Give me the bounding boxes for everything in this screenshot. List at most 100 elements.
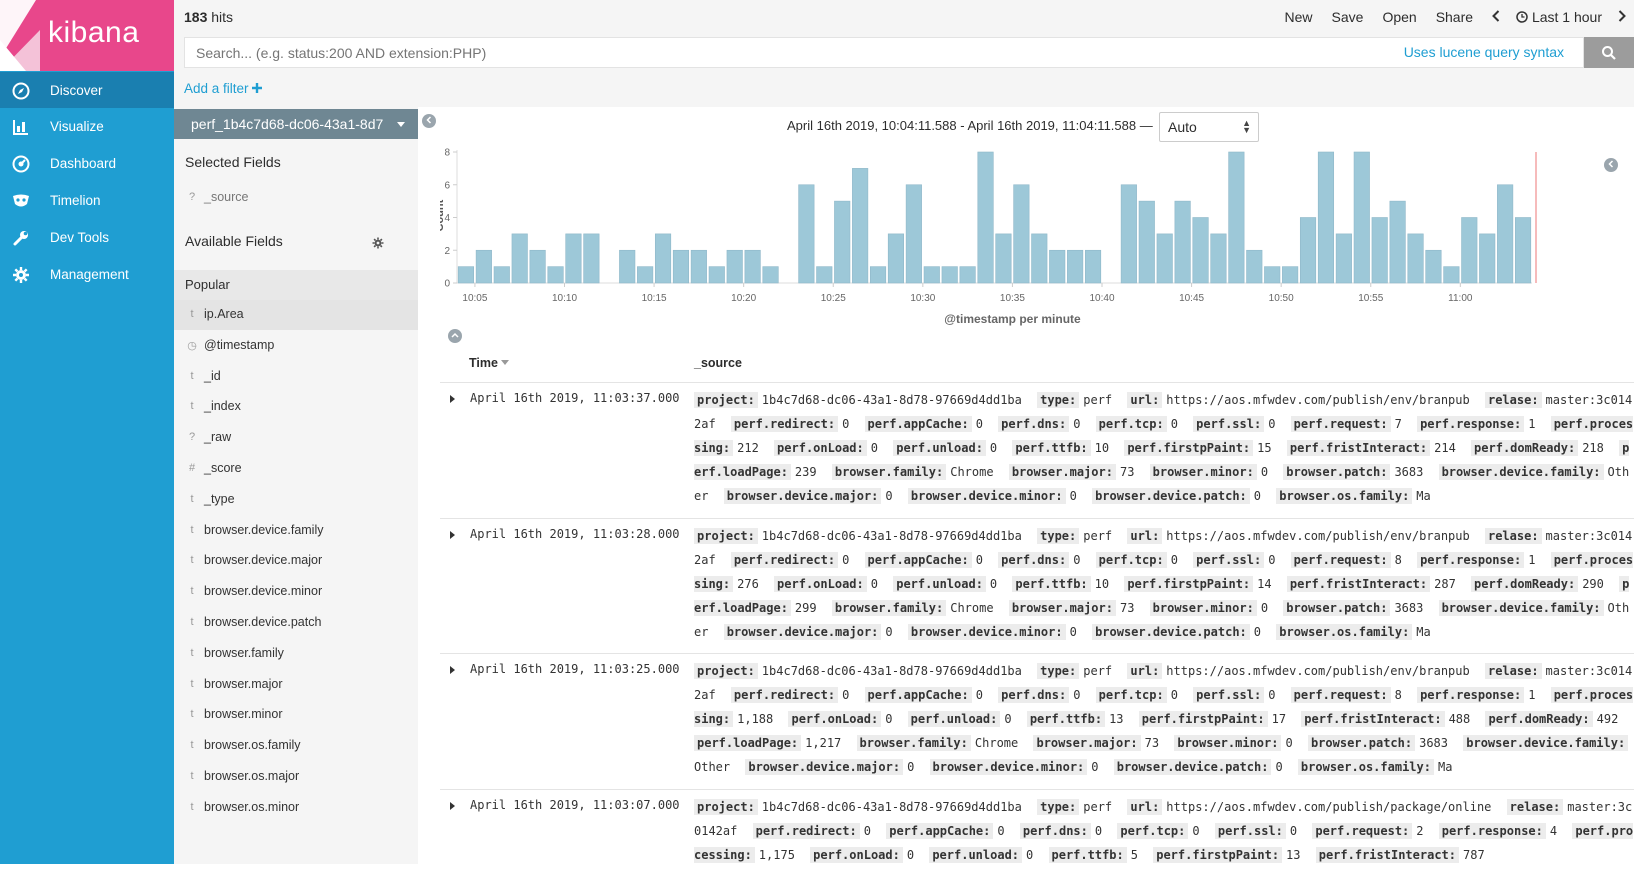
- histogram-bar[interactable]: [1121, 185, 1137, 283]
- expand-row-icon[interactable]: [450, 802, 455, 810]
- histogram-bar[interactable]: [852, 168, 868, 283]
- field-item[interactable]: tbrowser.major: [174, 670, 418, 700]
- histogram-bar[interactable]: [1282, 267, 1298, 283]
- histogram-bar[interactable]: [1175, 201, 1191, 283]
- histogram-bar[interactable]: [476, 250, 492, 283]
- field-item[interactable]: tip.Area: [174, 300, 418, 330]
- histogram-bar[interactable]: [637, 267, 653, 283]
- field-item[interactable]: t_index: [174, 392, 418, 422]
- histogram-bar[interactable]: [1067, 250, 1083, 283]
- expand-row-icon[interactable]: [450, 666, 455, 674]
- histogram-bar[interactable]: [799, 185, 815, 283]
- histogram-bar[interactable]: [548, 267, 564, 283]
- expand-row-icon[interactable]: [450, 531, 455, 539]
- field-item[interactable]: ◷@timestamp: [174, 331, 418, 361]
- histogram-bar[interactable]: [1408, 234, 1424, 283]
- histogram-bar[interactable]: [512, 234, 528, 283]
- histogram-bar[interactable]: [817, 267, 833, 283]
- histogram-bar[interactable]: [1372, 218, 1388, 284]
- table-row[interactable]: April 16th 2019, 11:03:07.000project:1b4…: [440, 789, 1634, 889]
- histogram-bar[interactable]: [1211, 234, 1227, 283]
- time-column-header[interactable]: Time: [469, 356, 509, 370]
- field-item[interactable]: t_id: [174, 362, 418, 392]
- histogram-bar[interactable]: [566, 234, 582, 283]
- histogram-bar[interactable]: [1014, 185, 1030, 283]
- field-item[interactable]: t_type: [174, 485, 418, 515]
- histogram-bar[interactable]: [1229, 152, 1245, 283]
- time-picker-button[interactable]: Last 1 hour: [1516, 9, 1602, 25]
- histogram-bar[interactable]: [691, 250, 707, 283]
- kibana-logo[interactable]: kibana: [0, 0, 174, 71]
- time-next-button[interactable]: [1618, 9, 1626, 25]
- histogram-bar[interactable]: [1139, 201, 1155, 283]
- histogram-bar[interactable]: [1264, 267, 1280, 283]
- nav-item-dev-tools[interactable]: Dev Tools: [0, 219, 174, 256]
- index-pattern-select[interactable]: perf_1b4c7d68-dc06-43a1-8d7: [174, 109, 418, 139]
- field-item[interactable]: tbrowser.os.family: [174, 731, 418, 761]
- field-item[interactable]: ?_raw: [174, 423, 418, 453]
- histogram-bar[interactable]: [530, 250, 546, 283]
- histogram-bar[interactable]: [1032, 234, 1048, 283]
- histogram-bar[interactable]: [834, 201, 850, 283]
- histogram-bar[interactable]: [924, 267, 940, 283]
- histogram-bar[interactable]: [1479, 234, 1495, 283]
- nav-item-dashboard[interactable]: Dashboard: [0, 145, 174, 182]
- field-item[interactable]: tbrowser.family: [174, 639, 418, 669]
- histogram-bar[interactable]: [1193, 218, 1209, 284]
- field-item[interactable]: tbrowser.device.patch: [174, 608, 418, 638]
- interval-select[interactable]: Auto ▲▼: [1159, 112, 1259, 142]
- histogram-bar[interactable]: [888, 234, 904, 283]
- search-input[interactable]: [185, 38, 1583, 67]
- histogram-bar[interactable]: [584, 234, 600, 283]
- histogram-bar[interactable]: [1444, 267, 1460, 283]
- histogram-bar[interactable]: [1462, 218, 1478, 284]
- open-button[interactable]: Open: [1382, 9, 1416, 25]
- histogram-bar[interactable]: [978, 152, 994, 283]
- histogram-bar[interactable]: [1354, 152, 1370, 283]
- table-row[interactable]: April 16th 2019, 11:03:25.000project:1b4…: [440, 653, 1634, 789]
- table-row[interactable]: April 16th 2019, 11:03:28.000project:1b4…: [440, 518, 1634, 654]
- histogram-bar[interactable]: [960, 267, 976, 283]
- histogram-bar[interactable]: [709, 267, 725, 283]
- field-item[interactable]: tbrowser.device.family: [174, 516, 418, 546]
- gear-icon[interactable]: [372, 237, 384, 249]
- histogram-bar[interactable]: [1497, 185, 1513, 283]
- field-item[interactable]: #_score: [174, 454, 418, 484]
- histogram-bar[interactable]: [906, 185, 922, 283]
- histogram-bar[interactable]: [942, 267, 958, 283]
- search-button[interactable]: [1584, 37, 1634, 68]
- nav-item-visualize[interactable]: Visualize: [0, 108, 174, 145]
- histogram-bar[interactable]: [1085, 250, 1101, 283]
- histogram-bar[interactable]: [763, 267, 779, 283]
- collapse-sidebar-button[interactable]: [422, 114, 436, 128]
- save-button[interactable]: Save: [1332, 9, 1364, 25]
- histogram-bar[interactable]: [1336, 234, 1352, 283]
- new-button[interactable]: New: [1285, 9, 1313, 25]
- histogram-bar[interactable]: [494, 267, 510, 283]
- nav-item-management[interactable]: Management: [0, 256, 174, 293]
- field-item[interactable]: tbrowser.device.minor: [174, 577, 418, 607]
- share-button[interactable]: Share: [1436, 9, 1473, 25]
- field-item[interactable]: tbrowser.device.major: [174, 546, 418, 576]
- histogram-bar[interactable]: [870, 267, 886, 283]
- histogram-bar[interactable]: [619, 250, 635, 283]
- table-row[interactable]: April 16th 2019, 11:03:37.000project:1b4…: [440, 382, 1634, 518]
- field-item[interactable]: tbrowser.minor: [174, 700, 418, 730]
- histogram-bar[interactable]: [1300, 218, 1316, 284]
- nav-item-timelion[interactable]: Timelion: [0, 182, 174, 219]
- field-item[interactable]: tbrowser.os.minor: [174, 793, 418, 823]
- histogram-bar[interactable]: [1049, 250, 1065, 283]
- expand-row-icon[interactable]: [450, 395, 455, 403]
- histogram-bar[interactable]: [745, 250, 761, 283]
- field-item[interactable]: tbrowser.os.major: [174, 762, 418, 792]
- histogram-bar[interactable]: [727, 250, 743, 283]
- histogram-bar[interactable]: [1157, 234, 1173, 283]
- histogram-bar[interactable]: [1515, 218, 1531, 284]
- histogram-bar[interactable]: [1390, 201, 1406, 283]
- histogram-bar[interactable]: [458, 267, 474, 283]
- collapse-chart-button[interactable]: [448, 329, 462, 343]
- histogram-bar[interactable]: [1247, 250, 1263, 283]
- time-prev-button[interactable]: [1492, 9, 1500, 25]
- histogram-bar[interactable]: [1426, 250, 1442, 283]
- nav-item-discover[interactable]: Discover: [0, 72, 174, 108]
